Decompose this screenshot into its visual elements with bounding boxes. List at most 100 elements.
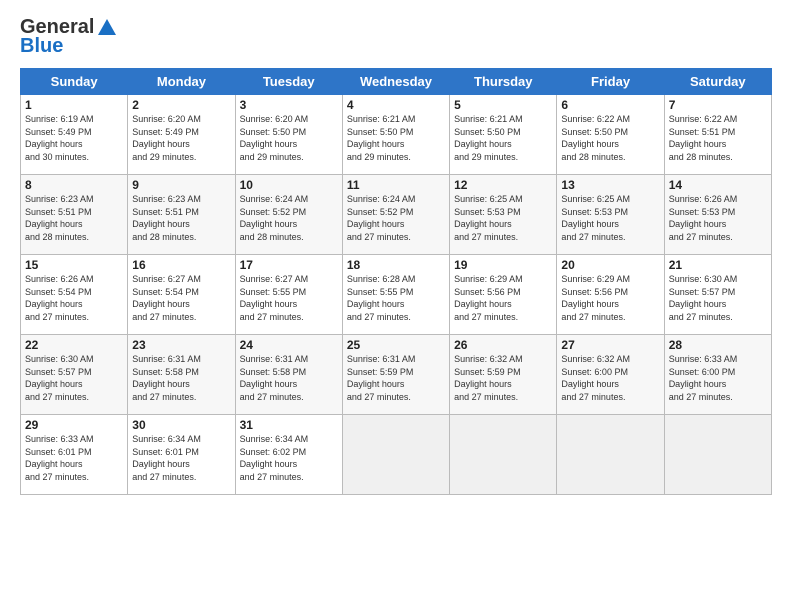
day-number: 3 xyxy=(240,98,338,112)
day-number: 10 xyxy=(240,178,338,192)
day-number: 8 xyxy=(25,178,123,192)
calendar-week-4: 22Sunrise: 6:30 AMSunset: 5:57 PMDayligh… xyxy=(21,335,772,415)
calendar-header-sunday: Sunday xyxy=(21,69,128,95)
day-number: 19 xyxy=(454,258,552,272)
calendar-cell: 24Sunrise: 6:31 AMSunset: 5:58 PMDayligh… xyxy=(235,335,342,415)
calendar-cell: 4Sunrise: 6:21 AMSunset: 5:50 PMDaylight… xyxy=(342,95,449,175)
logo-icon xyxy=(96,17,118,39)
day-info: Sunrise: 6:32 AMSunset: 6:00 PMDaylight … xyxy=(561,353,659,403)
day-info: Sunrise: 6:29 AMSunset: 5:56 PMDaylight … xyxy=(454,273,552,323)
day-info: Sunrise: 6:24 AMSunset: 5:52 PMDaylight … xyxy=(240,193,338,243)
day-number: 30 xyxy=(132,418,230,432)
day-info: Sunrise: 6:25 AMSunset: 5:53 PMDaylight … xyxy=(454,193,552,243)
calendar-cell: 3Sunrise: 6:20 AMSunset: 5:50 PMDaylight… xyxy=(235,95,342,175)
calendar-table: SundayMondayTuesdayWednesdayThursdayFrid… xyxy=(20,68,772,495)
calendar-cell: 22Sunrise: 6:30 AMSunset: 5:57 PMDayligh… xyxy=(21,335,128,415)
day-number: 29 xyxy=(25,418,123,432)
day-info: Sunrise: 6:26 AMSunset: 5:54 PMDaylight … xyxy=(25,273,123,323)
logo: General Blue xyxy=(20,16,118,58)
day-info: Sunrise: 6:23 AMSunset: 5:51 PMDaylight … xyxy=(25,193,123,243)
calendar-cell: 20Sunrise: 6:29 AMSunset: 5:56 PMDayligh… xyxy=(557,255,664,335)
day-number: 23 xyxy=(132,338,230,352)
day-info: Sunrise: 6:29 AMSunset: 5:56 PMDaylight … xyxy=(561,273,659,323)
calendar-cell: 5Sunrise: 6:21 AMSunset: 5:50 PMDaylight… xyxy=(450,95,557,175)
day-info: Sunrise: 6:30 AMSunset: 5:57 PMDaylight … xyxy=(669,273,767,323)
day-info: Sunrise: 6:34 AMSunset: 6:02 PMDaylight … xyxy=(240,433,338,483)
day-number: 20 xyxy=(561,258,659,272)
day-info: Sunrise: 6:21 AMSunset: 5:50 PMDaylight … xyxy=(347,113,445,163)
day-number: 9 xyxy=(132,178,230,192)
day-number: 24 xyxy=(240,338,338,352)
day-number: 28 xyxy=(669,338,767,352)
calendar-week-1: 1Sunrise: 6:19 AMSunset: 5:49 PMDaylight… xyxy=(21,95,772,175)
day-number: 26 xyxy=(454,338,552,352)
day-number: 17 xyxy=(240,258,338,272)
day-info: Sunrise: 6:19 AMSunset: 5:49 PMDaylight … xyxy=(25,113,123,163)
calendar-cell: 23Sunrise: 6:31 AMSunset: 5:58 PMDayligh… xyxy=(128,335,235,415)
calendar-cell: 2Sunrise: 6:20 AMSunset: 5:49 PMDaylight… xyxy=(128,95,235,175)
calendar-header-saturday: Saturday xyxy=(664,69,771,95)
day-info: Sunrise: 6:31 AMSunset: 5:59 PMDaylight … xyxy=(347,353,445,403)
day-info: Sunrise: 6:23 AMSunset: 5:51 PMDaylight … xyxy=(132,193,230,243)
calendar-cell: 10Sunrise: 6:24 AMSunset: 5:52 PMDayligh… xyxy=(235,175,342,255)
calendar-cell xyxy=(557,415,664,495)
logo-blue-text: Blue xyxy=(20,35,63,58)
day-info: Sunrise: 6:25 AMSunset: 5:53 PMDaylight … xyxy=(561,193,659,243)
day-info: Sunrise: 6:24 AMSunset: 5:52 PMDaylight … xyxy=(347,193,445,243)
day-number: 31 xyxy=(240,418,338,432)
calendar-week-2: 8Sunrise: 6:23 AMSunset: 5:51 PMDaylight… xyxy=(21,175,772,255)
calendar-cell: 17Sunrise: 6:27 AMSunset: 5:55 PMDayligh… xyxy=(235,255,342,335)
day-number: 2 xyxy=(132,98,230,112)
day-info: Sunrise: 6:30 AMSunset: 5:57 PMDaylight … xyxy=(25,353,123,403)
day-info: Sunrise: 6:34 AMSunset: 6:01 PMDaylight … xyxy=(132,433,230,483)
calendar-cell: 31Sunrise: 6:34 AMSunset: 6:02 PMDayligh… xyxy=(235,415,342,495)
day-number: 12 xyxy=(454,178,552,192)
calendar-cell: 21Sunrise: 6:30 AMSunset: 5:57 PMDayligh… xyxy=(664,255,771,335)
calendar-cell xyxy=(450,415,557,495)
day-info: Sunrise: 6:33 AMSunset: 6:00 PMDaylight … xyxy=(669,353,767,403)
calendar-header-monday: Monday xyxy=(128,69,235,95)
calendar-cell: 1Sunrise: 6:19 AMSunset: 5:49 PMDaylight… xyxy=(21,95,128,175)
calendar-header-tuesday: Tuesday xyxy=(235,69,342,95)
calendar-cell: 16Sunrise: 6:27 AMSunset: 5:54 PMDayligh… xyxy=(128,255,235,335)
day-info: Sunrise: 6:31 AMSunset: 5:58 PMDaylight … xyxy=(132,353,230,403)
calendar-header-friday: Friday xyxy=(557,69,664,95)
calendar-cell: 8Sunrise: 6:23 AMSunset: 5:51 PMDaylight… xyxy=(21,175,128,255)
page: General Blue SundayMondayTuesdayWednesda… xyxy=(0,0,792,612)
day-info: Sunrise: 6:21 AMSunset: 5:50 PMDaylight … xyxy=(454,113,552,163)
calendar-header-wednesday: Wednesday xyxy=(342,69,449,95)
day-info: Sunrise: 6:20 AMSunset: 5:49 PMDaylight … xyxy=(132,113,230,163)
day-number: 11 xyxy=(347,178,445,192)
calendar-header-row: SundayMondayTuesdayWednesdayThursdayFrid… xyxy=(21,69,772,95)
day-number: 6 xyxy=(561,98,659,112)
calendar-cell: 25Sunrise: 6:31 AMSunset: 5:59 PMDayligh… xyxy=(342,335,449,415)
day-info: Sunrise: 6:32 AMSunset: 5:59 PMDaylight … xyxy=(454,353,552,403)
day-number: 1 xyxy=(25,98,123,112)
calendar-cell: 11Sunrise: 6:24 AMSunset: 5:52 PMDayligh… xyxy=(342,175,449,255)
calendar-cell: 15Sunrise: 6:26 AMSunset: 5:54 PMDayligh… xyxy=(21,255,128,335)
day-info: Sunrise: 6:20 AMSunset: 5:50 PMDaylight … xyxy=(240,113,338,163)
calendar-cell xyxy=(342,415,449,495)
calendar-cell: 26Sunrise: 6:32 AMSunset: 5:59 PMDayligh… xyxy=(450,335,557,415)
calendar-cell: 12Sunrise: 6:25 AMSunset: 5:53 PMDayligh… xyxy=(450,175,557,255)
day-number: 25 xyxy=(347,338,445,352)
day-number: 5 xyxy=(454,98,552,112)
day-number: 16 xyxy=(132,258,230,272)
day-number: 27 xyxy=(561,338,659,352)
day-info: Sunrise: 6:33 AMSunset: 6:01 PMDaylight … xyxy=(25,433,123,483)
calendar-cell: 14Sunrise: 6:26 AMSunset: 5:53 PMDayligh… xyxy=(664,175,771,255)
day-number: 21 xyxy=(669,258,767,272)
calendar-cell: 9Sunrise: 6:23 AMSunset: 5:51 PMDaylight… xyxy=(128,175,235,255)
calendar-header-thursday: Thursday xyxy=(450,69,557,95)
day-info: Sunrise: 6:26 AMSunset: 5:53 PMDaylight … xyxy=(669,193,767,243)
day-number: 13 xyxy=(561,178,659,192)
day-number: 7 xyxy=(669,98,767,112)
calendar-cell: 13Sunrise: 6:25 AMSunset: 5:53 PMDayligh… xyxy=(557,175,664,255)
calendar-cell: 7Sunrise: 6:22 AMSunset: 5:51 PMDaylight… xyxy=(664,95,771,175)
day-number: 22 xyxy=(25,338,123,352)
day-info: Sunrise: 6:22 AMSunset: 5:50 PMDaylight … xyxy=(561,113,659,163)
calendar-cell: 29Sunrise: 6:33 AMSunset: 6:01 PMDayligh… xyxy=(21,415,128,495)
day-info: Sunrise: 6:22 AMSunset: 5:51 PMDaylight … xyxy=(669,113,767,163)
calendar-cell: 19Sunrise: 6:29 AMSunset: 5:56 PMDayligh… xyxy=(450,255,557,335)
calendar-cell: 6Sunrise: 6:22 AMSunset: 5:50 PMDaylight… xyxy=(557,95,664,175)
